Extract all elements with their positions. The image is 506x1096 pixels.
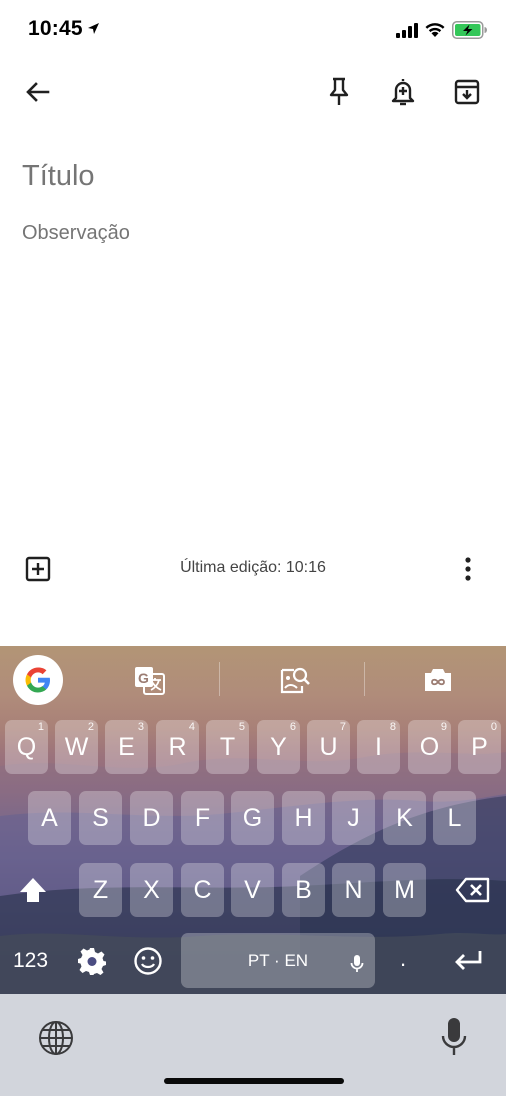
key-h[interactable]: H <box>282 791 325 845</box>
last-edited-label: Última edição: 10:16 <box>180 559 326 576</box>
enter-icon[interactable] <box>452 948 484 979</box>
key-o[interactable]: O9 <box>408 720 451 774</box>
suggestion-divider <box>219 662 220 696</box>
key-b[interactable]: B <box>282 863 325 917</box>
translate-icon[interactable]: G <box>134 666 166 701</box>
key-g[interactable]: G <box>231 791 274 845</box>
key-m[interactable]: M <box>383 863 426 917</box>
space-bar-label: PT · EN <box>247 951 309 970</box>
key-u[interactable]: U7 <box>307 720 350 774</box>
mic-icon[interactable] <box>349 941 365 994</box>
suggestion-divider <box>364 662 365 696</box>
emoji-icon[interactable] <box>133 946 163 981</box>
key-c[interactable]: C <box>181 863 224 917</box>
svg-text:G: G <box>138 670 149 686</box>
dictation-mic-icon[interactable] <box>440 1016 468 1063</box>
space-bar[interactable]: PT · EN <box>181 933 375 988</box>
signal-icon <box>396 23 418 43</box>
globe-icon[interactable] <box>38 1020 74 1061</box>
key-f[interactable]: F <box>181 791 224 845</box>
key-x[interactable]: X <box>130 863 173 917</box>
key-q[interactable]: Q1 <box>5 720 48 774</box>
battery-charging-icon <box>452 21 488 44</box>
wifi-icon <box>424 21 446 43</box>
key-s[interactable]: S <box>79 791 122 845</box>
key-r[interactable]: R4 <box>156 720 199 774</box>
status-bar: 10:45 <box>0 0 506 62</box>
backspace-icon[interactable] <box>455 877 491 908</box>
gboard-keyboard: G Q1 W2 E3 R4 T5 Y6 U7 I8 O9 P0 A S D F … <box>0 646 506 994</box>
system-keyboard-bar <box>0 994 506 1096</box>
pin-icon[interactable] <box>324 76 354 113</box>
key-j[interactable]: J <box>332 791 375 845</box>
period-key[interactable]: . <box>400 946 406 972</box>
key-l[interactable]: L <box>433 791 476 845</box>
note-bottom-bar: Última edição: 10:16 <box>0 540 506 598</box>
location-arrow-icon <box>87 22 100 40</box>
key-z[interactable]: Z <box>79 863 122 917</box>
key-y[interactable]: Y6 <box>257 720 300 774</box>
archive-icon[interactable] <box>452 76 482 113</box>
numbers-key[interactable]: 123 <box>13 949 48 973</box>
gif-camera-icon[interactable] <box>423 666 453 699</box>
more-vert-icon[interactable] <box>458 556 478 587</box>
shift-icon[interactable] <box>18 876 48 909</box>
status-time: 10:45 <box>28 17 83 40</box>
key-a[interactable]: A <box>28 791 71 845</box>
key-p[interactable]: P0 <box>458 720 501 774</box>
key-i[interactable]: I8 <box>357 720 400 774</box>
key-v[interactable]: V <box>231 863 274 917</box>
reminder-bell-icon[interactable] <box>388 76 418 113</box>
key-t[interactable]: T5 <box>206 720 249 774</box>
key-k[interactable]: K <box>383 791 426 845</box>
google-g-icon[interactable] <box>13 655 63 705</box>
key-e[interactable]: E3 <box>105 720 148 774</box>
home-indicator[interactable] <box>164 1078 344 1084</box>
back-arrow-icon[interactable] <box>24 78 52 111</box>
key-d[interactable]: D <box>130 791 173 845</box>
settings-gear-icon[interactable] <box>77 946 107 981</box>
key-w[interactable]: W2 <box>55 720 98 774</box>
note-title-field[interactable] <box>22 160 462 193</box>
lens-search-icon[interactable] <box>279 666 311 701</box>
suggestion-strip: G <box>0 646 506 714</box>
key-n[interactable]: N <box>332 863 375 917</box>
note-body-field[interactable] <box>22 222 462 245</box>
